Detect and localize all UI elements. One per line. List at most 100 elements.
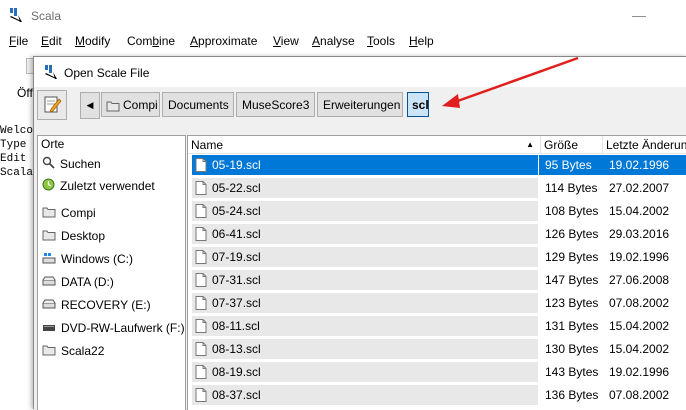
file-name: 07-37.scl: [212, 296, 261, 310]
breadcrumb-erweiterungen[interactable]: Erweiterungen: [317, 92, 403, 117]
breadcrumb-musescore3[interactable]: MuseScore3: [236, 92, 315, 117]
menu-combine[interactable]: Combine: [127, 34, 175, 48]
place-label: Zuletzt verwendet: [60, 179, 155, 193]
menu-modify[interactable]: Modify: [75, 34, 110, 48]
file-icon: [195, 273, 207, 287]
breadcrumb-documents[interactable]: Documents: [162, 92, 234, 117]
menu-bar: File Edit Modify Combine Approximate View Anal…: [0, 32, 686, 52]
file-name: 05-24.scl: [212, 204, 261, 218]
edit-path-button[interactable]: [37, 90, 67, 120]
file-name-cell[interactable]: 08-19.scl: [192, 362, 538, 382]
place-label: Windows (C:): [61, 252, 134, 266]
place-windows-c[interactable]: Windows (C:): [42, 249, 133, 269]
file-name-cell[interactable]: 07-37.scl: [192, 293, 538, 313]
file-row[interactable]: 05-24.scl 108 Bytes 15.04.2002: [188, 200, 686, 222]
breadcrumb-label: scl: [412, 98, 429, 112]
file-name-cell[interactable]: 07-19.scl: [192, 247, 538, 267]
file-row[interactable]: 07-37.scl 123 Bytes 07.08.2002: [188, 292, 686, 314]
file-date: 19.02.1996: [609, 250, 670, 264]
file-name: 08-37.scl: [212, 388, 261, 402]
column-header-name[interactable]: Name ▲: [188, 136, 541, 154]
place-suchen[interactable]: Suchen: [42, 154, 101, 174]
place-label: Compi: [61, 206, 96, 220]
file-row[interactable]: 07-31.scl 147 Bytes 27.06.2008: [188, 269, 686, 291]
file-row[interactable]: 08-19.scl 143 Bytes 19.02.1996: [188, 361, 686, 383]
menu-view[interactable]: View: [273, 34, 299, 48]
file-size: 126 Bytes: [545, 227, 599, 241]
menu-tools[interactable]: Tools: [367, 34, 395, 48]
file-date: 19.02.1996: [609, 365, 670, 379]
place-desktop[interactable]: Desktop: [42, 226, 105, 246]
place-dvd-rw-laufwerk-f[interactable]: DVD-RW-Laufwerk (F:): [42, 318, 185, 338]
column-header-size[interactable]: Größe: [541, 136, 603, 154]
file-icon: [195, 250, 207, 264]
place-recovery-e[interactable]: RECOVERY (E:): [42, 295, 151, 315]
places-header: Orte: [41, 137, 65, 151]
place-zuletzt-verwendet[interactable]: Zuletzt verwendet: [42, 176, 155, 196]
place-scala22[interactable]: Scala22: [42, 341, 104, 361]
file-date: 07.08.2002: [609, 388, 670, 402]
file-name: 05-22.scl: [212, 181, 261, 195]
breadcrumb-compi[interactable]: Compi: [101, 92, 160, 117]
file-name-cell[interactable]: 06-41.scl: [192, 224, 538, 244]
place-label: Desktop: [61, 229, 106, 243]
file-name: 07-31.scl: [212, 273, 261, 287]
menu-file[interactable]: File: [9, 34, 28, 48]
file-name: 06-41.scl: [212, 227, 261, 241]
sort-ascending-icon: ▲: [526, 140, 534, 149]
path-back-button[interactable]: ◀: [80, 92, 100, 119]
file-name-cell[interactable]: 08-11.scl: [192, 316, 538, 336]
search-icon: [42, 155, 55, 175]
file-row[interactable]: 06-41.scl 126 Bytes 29.03.2016: [188, 223, 686, 245]
file-row[interactable]: 05-22.scl 114 Bytes 27.02.2007: [188, 177, 686, 199]
console-line: Edit: [0, 153, 27, 165]
file-row[interactable]: 08-37.scl 136 Bytes 07.08.2002: [188, 384, 686, 406]
file-size: 108 Bytes: [545, 204, 599, 218]
file-date: 15.04.2002: [609, 204, 670, 218]
place-label: DVD-RW-Laufwerk (F:): [61, 321, 185, 335]
folder-icon: [42, 227, 56, 247]
file-size: 130 Bytes: [545, 342, 599, 356]
file-date: 07.08.2002: [609, 296, 670, 310]
file-icon: [195, 365, 207, 379]
file-date: 15.04.2002: [609, 319, 670, 333]
menu-edit[interactable]: Edit: [41, 34, 62, 48]
file-name-cell[interactable]: 05-19.scl: [192, 155, 538, 175]
menu-analyse[interactable]: Analyse: [312, 34, 355, 48]
file-name-cell[interactable]: 05-24.scl: [192, 201, 538, 221]
file-name: 08-11.scl: [212, 319, 260, 333]
file-name-cell[interactable]: 07-31.scl: [192, 270, 538, 290]
menu-approximate[interactable]: Approximate: [190, 34, 257, 48]
windows-drive-icon: [42, 250, 56, 270]
file-row[interactable]: 08-11.scl 131 Bytes 15.04.2002: [188, 315, 686, 337]
file-name-cell[interactable]: 08-37.scl: [192, 385, 538, 405]
dialog-title: Open Scale File: [64, 66, 150, 80]
file-date: 15.04.2002: [609, 342, 670, 356]
breadcrumb-label: Documents: [168, 98, 229, 112]
file-row[interactable]: 07-19.scl 129 Bytes 19.02.1996: [188, 246, 686, 268]
minimize-button[interactable]: —: [628, 6, 650, 26]
file-row[interactable]: 08-13.scl 130 Bytes 15.04.2002: [188, 338, 686, 360]
pencil-icon: [44, 96, 62, 113]
breadcrumb-label: MuseScore3: [242, 98, 310, 112]
place-label: Scala22: [61, 344, 105, 358]
file-name-cell[interactable]: 05-22.scl: [192, 178, 538, 198]
column-header-size-label: Größe: [544, 138, 579, 152]
place-data-d[interactable]: DATA (D:): [42, 272, 114, 292]
file-icon: [195, 342, 207, 356]
column-header-date[interactable]: Letzte Änderung: [603, 136, 686, 154]
main-toolbar: Öff: [0, 52, 42, 108]
scala-app-icon: [10, 8, 22, 22]
file-size: 147 Bytes: [545, 273, 599, 287]
file-size: 114 Bytes: [545, 181, 598, 195]
place-compi[interactable]: Compi: [42, 203, 96, 223]
console-line: Welco: [0, 125, 34, 137]
file-row[interactable]: 05-19.scl 95 Bytes 19.02.1996: [188, 154, 686, 176]
file-name-cell[interactable]: 08-13.scl: [192, 339, 538, 359]
breadcrumb-scl[interactable]: scl: [407, 92, 429, 117]
menu-help[interactable]: Help: [409, 34, 434, 48]
file-size: 95 Bytes: [545, 158, 592, 172]
column-header-date-label: Letzte Änderung: [606, 138, 686, 152]
window-title: Scala: [31, 9, 62, 23]
file-size: 123 Bytes: [545, 296, 599, 310]
